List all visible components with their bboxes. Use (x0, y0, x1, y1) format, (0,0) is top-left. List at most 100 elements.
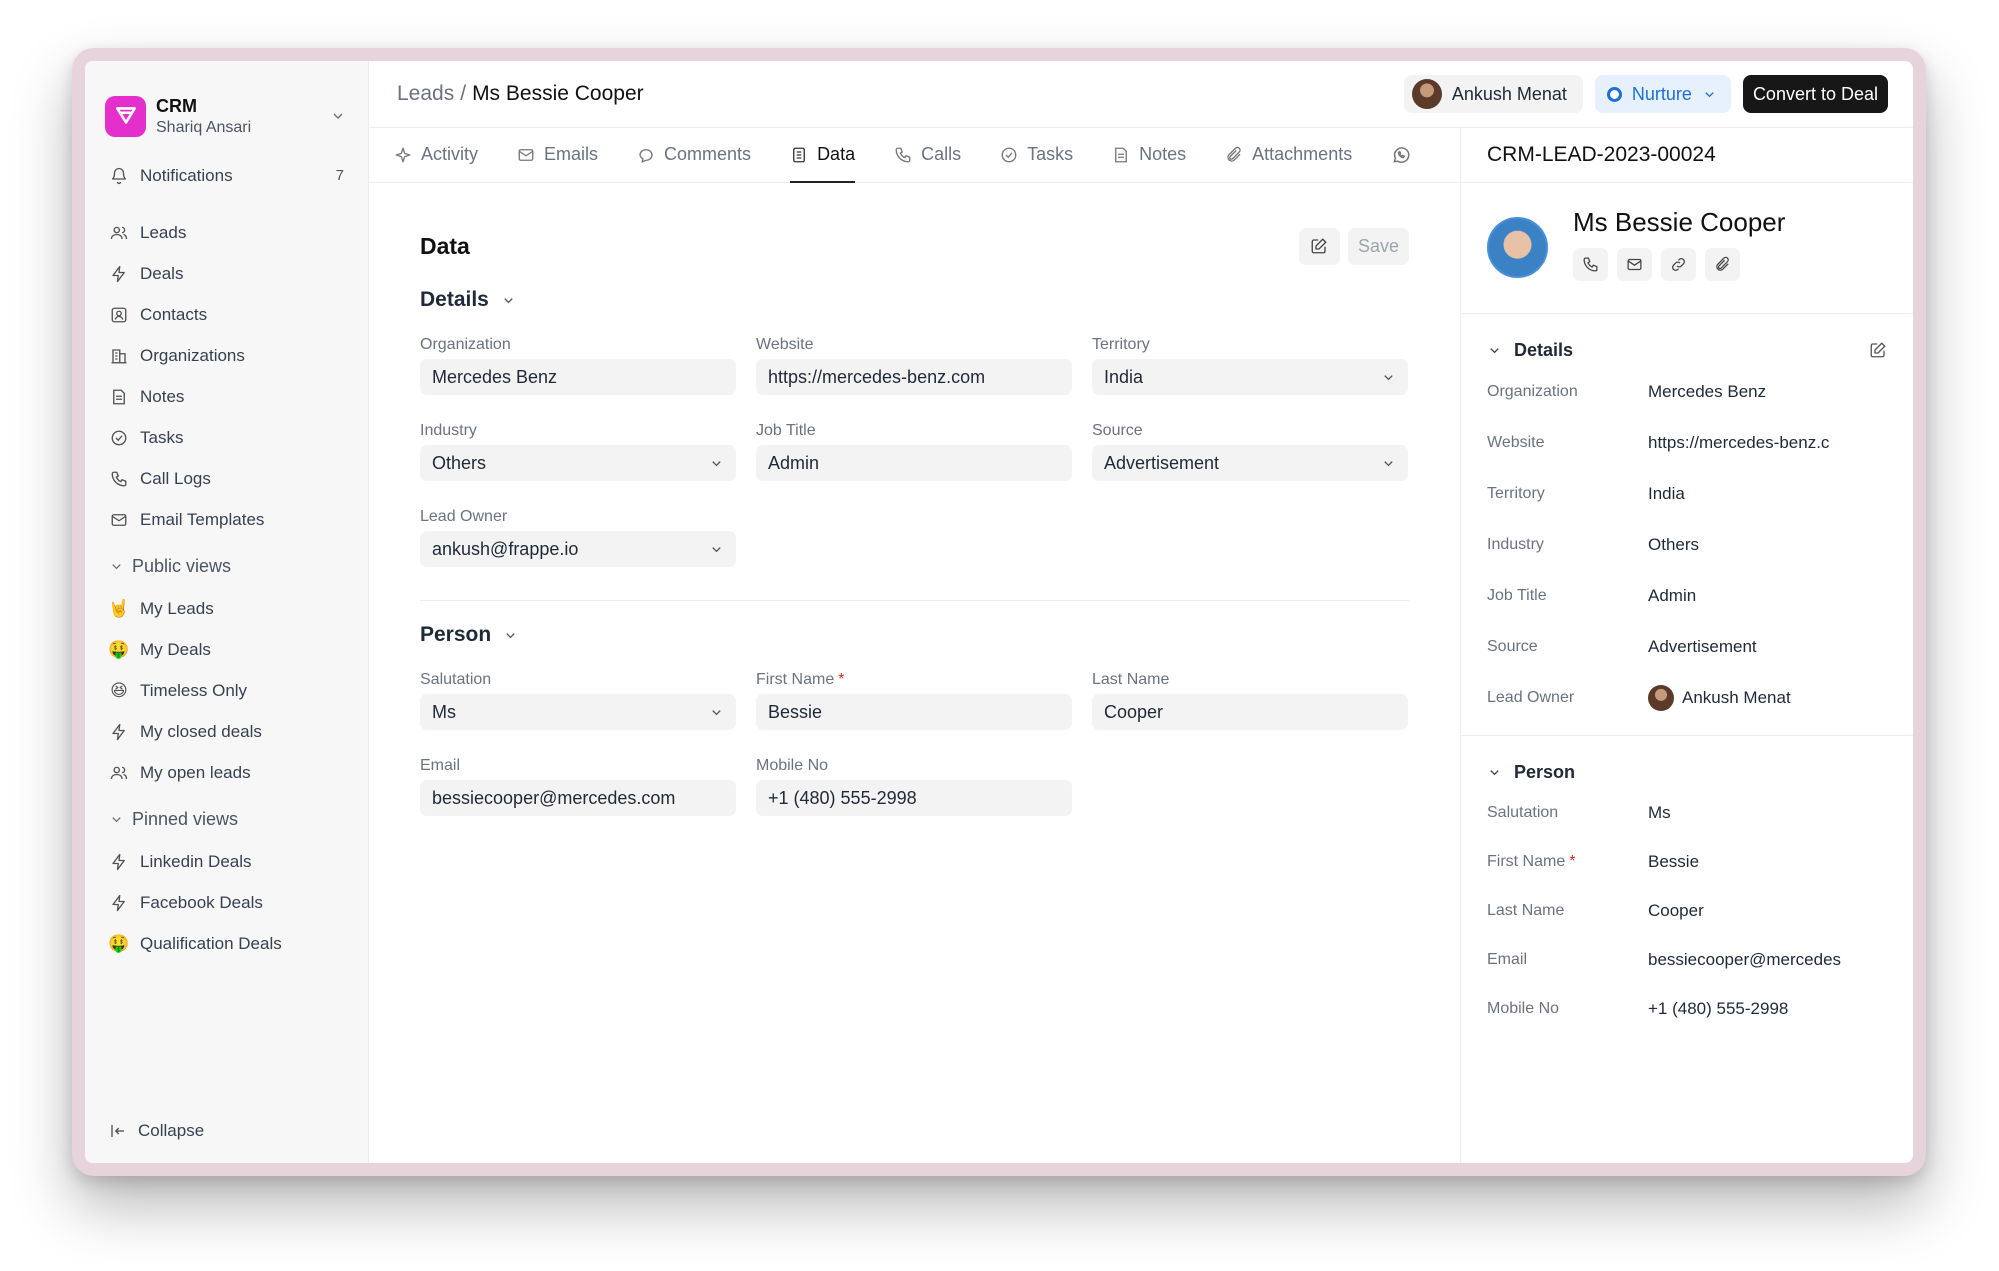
brand-user: Shariq Ansari (156, 118, 252, 136)
sidebar-item-call-logs[interactable]: Call Logs (97, 458, 356, 499)
rock-hand-emoji-icon: 🤘 (108, 598, 130, 618)
source-select[interactable]: Advertisement (1092, 445, 1408, 481)
paperclip-icon (1714, 256, 1731, 273)
sidebar-item-label: Linkedin Deals (140, 851, 252, 871)
person-panel-toggle[interactable]: Person (1487, 756, 1887, 788)
organization-input[interactable]: Mercedes Benz (420, 359, 736, 395)
detail-row-industry[interactable]: Industry Others (1487, 519, 1887, 570)
detail-row-lead-owner[interactable]: Lead Owner Ankush Menat (1487, 672, 1887, 723)
salutation-select[interactable]: Ms (420, 694, 736, 730)
sidebar-item-facebook-deals[interactable]: Facebook Deals (97, 882, 356, 923)
person-row-mobile[interactable]: Mobile No +1 (480) 555-2998 (1487, 984, 1887, 1033)
tab-attachments[interactable]: Attachments (1225, 127, 1352, 182)
tab-data[interactable]: Data (790, 127, 856, 183)
tab-calls[interactable]: Calls (894, 127, 961, 182)
tab-comments[interactable]: Comments (637, 127, 751, 182)
details-section-toggle[interactable]: Details (420, 280, 1409, 320)
sidebar-item-qualification-deals[interactable]: 🤑 Qualification Deals (97, 923, 356, 964)
industry-select[interactable]: Others (420, 445, 736, 481)
tab-label: Calls (921, 144, 962, 164)
person-section-title: Person (420, 623, 492, 646)
chevron-down-icon (709, 705, 724, 720)
person-row-first-name[interactable]: First Name * Bessie (1487, 837, 1887, 886)
email-button[interactable] (1617, 248, 1652, 281)
tab-notes[interactable]: Notes (1112, 127, 1186, 182)
first-name-input[interactable]: Bessie (756, 694, 1072, 730)
avatar (1648, 684, 1674, 711)
person-row-salutation[interactable]: Salutation Ms (1487, 788, 1887, 837)
link-button[interactable] (1661, 248, 1696, 281)
tab-activity[interactable]: Activity (394, 127, 478, 182)
detail-row-website[interactable]: Website https://mercedes-benz.c (1487, 417, 1887, 468)
call-button[interactable] (1573, 248, 1608, 281)
mobile-input[interactable]: +1 (480) 555-2998 (756, 780, 1072, 816)
details-section-title: Details (420, 288, 489, 311)
job-title-field: Job Title Admin (756, 416, 1072, 502)
tab-label: Data (817, 144, 856, 164)
field-label: First Name * (756, 665, 1072, 694)
detail-label: Source (1487, 637, 1538, 655)
collapse-left-icon (109, 1122, 127, 1140)
person-section-toggle[interactable]: Person (420, 615, 1409, 655)
field-label: Last Name (1092, 670, 1170, 688)
chevron-down-icon (109, 559, 124, 574)
details-panel: Details Organization Mercedes Benz Websi… (1461, 314, 1913, 736)
edit-icon[interactable] (1869, 341, 1887, 359)
data-icon (790, 146, 808, 164)
lead-owner-field: Lead Owner ankush@frappe.io (420, 502, 736, 588)
detail-row-organization[interactable]: Organization Mercedes Benz (1487, 366, 1887, 417)
lead-owner-button[interactable]: Ankush Menat (1403, 75, 1583, 113)
sidebar-item-my-deals[interactable]: 🤑 My Deals (97, 629, 356, 670)
chevron-down-icon (1381, 456, 1396, 471)
tab-whatsapp[interactable] (1391, 127, 1420, 182)
edit-form-button[interactable] (1298, 227, 1340, 265)
sidebar-item-leads[interactable]: Leads (97, 212, 356, 253)
sidebar-item-my-closed-deals[interactable]: My closed deals (97, 711, 356, 752)
sidebar-item-email-templates[interactable]: Email Templates (97, 499, 356, 540)
email-input[interactable]: bessiecooper@mercedes.com (420, 780, 736, 816)
lead-owner-select[interactable]: ankush@frappe.io (420, 531, 736, 567)
public-views-toggle[interactable]: Public views (97, 544, 356, 588)
sidebar-item-my-leads[interactable]: 🤘 My Leads (97, 588, 356, 629)
field-label: Job Title (756, 421, 816, 439)
detail-row-job-title[interactable]: Job Title Admin (1487, 570, 1887, 621)
tab-tasks[interactable]: Tasks (1000, 127, 1073, 182)
sidebar-item-notifications[interactable]: Notifications 7 (97, 155, 356, 196)
last-name-input[interactable]: Cooper (1092, 694, 1408, 730)
details-panel-toggle[interactable]: Details (1487, 334, 1887, 366)
sidebar-item-tasks[interactable]: Tasks (97, 417, 356, 458)
detail-value: India (1648, 483, 1685, 503)
brand-switcher[interactable]: CRM Shariq Ansari (85, 61, 368, 151)
detail-label: Email (1487, 950, 1528, 968)
job-title-input[interactable]: Admin (756, 445, 1072, 481)
status-dropdown[interactable]: Nurture (1594, 75, 1731, 113)
sidebar-item-contacts[interactable]: Contacts (97, 294, 356, 335)
chevron-down-icon (1381, 370, 1396, 385)
chevron-down-icon (1702, 87, 1717, 102)
breadcrumb-leads-link[interactable]: Leads (397, 82, 454, 105)
person-row-last-name[interactable]: Last Name Cooper (1487, 886, 1887, 935)
sidebar-item-deals[interactable]: Deals (97, 253, 356, 294)
sidebar-item-label: Facebook Deals (140, 892, 263, 912)
detail-row-territory[interactable]: Territory India (1487, 468, 1887, 519)
sidebar-item-notes[interactable]: Notes (97, 376, 356, 417)
avatar[interactable] (1487, 217, 1548, 278)
detail-row-source[interactable]: Source Advertisement (1487, 621, 1887, 672)
convert-to-deal-button[interactable]: Convert to Deal (1742, 75, 1888, 113)
website-input[interactable]: https://mercedes-benz.com (756, 359, 1072, 395)
sidebar-item-linkedin-deals[interactable]: Linkedin Deals (97, 841, 356, 882)
attach-button[interactable] (1705, 248, 1740, 281)
contact-icon (109, 305, 129, 325)
person-row-email[interactable]: Email bessiecooper@mercedes (1487, 935, 1887, 984)
sidebar-item-timeless-only[interactable]: 😆 Timeless Only (97, 670, 356, 711)
territory-select[interactable]: India (1092, 359, 1408, 395)
users-icon (109, 223, 129, 243)
pinned-views-toggle[interactable]: Pinned views (97, 797, 356, 841)
sidebar-item-my-open-leads[interactable]: My open leads (97, 752, 356, 793)
chevron-down-icon (709, 542, 724, 557)
tab-emails[interactable]: Emails (517, 127, 598, 182)
collapse-sidebar-button[interactable]: Collapse (97, 1113, 216, 1149)
sidebar-item-organizations[interactable]: Organizations (97, 335, 356, 376)
breadcrumb-current: Ms Bessie Cooper (472, 82, 644, 105)
save-button[interactable]: Save (1347, 227, 1409, 265)
